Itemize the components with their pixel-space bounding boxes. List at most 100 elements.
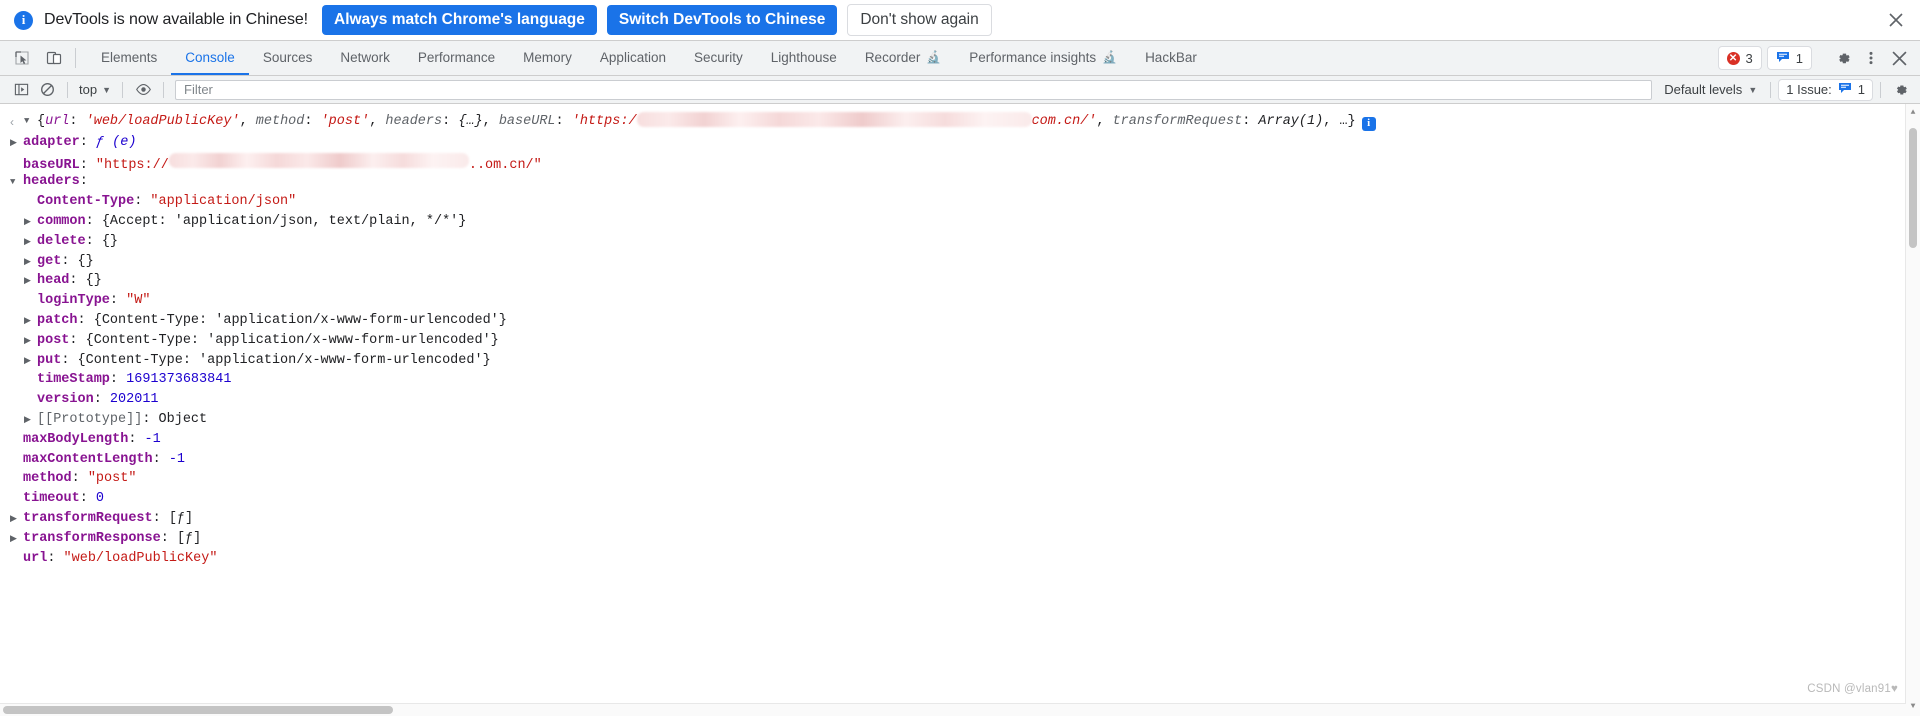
live-expression-icon[interactable] (130, 79, 156, 101)
close-icon[interactable] (1884, 8, 1908, 32)
property-key: timeout (23, 491, 80, 507)
message-count-badge[interactable]: 1 (1766, 46, 1812, 70)
object-property-row[interactable]: delete: {} (10, 232, 1920, 252)
object-property-row[interactable]: method: "post" (10, 469, 1920, 489)
scroll-up-arrow-icon[interactable]: ▲ (1906, 106, 1920, 120)
property-value: {} (85, 273, 102, 289)
tab-sources[interactable]: Sources (249, 41, 327, 75)
console-sidebar-icon[interactable] (8, 79, 34, 101)
vertical-scrollbar[interactable]: ▲ ▼ (1905, 104, 1920, 716)
inspect-element-icon[interactable] (6, 41, 38, 75)
gear-icon[interactable] (1888, 79, 1914, 101)
expand-toggle-icon[interactable] (10, 530, 23, 550)
object-property-row[interactable]: put: {Content-Type: 'application/x-www-f… (10, 351, 1920, 371)
object-preview: {url: 'web/loadPublicKey', method: 'post… (37, 112, 1376, 132)
object-property-row[interactable]: version: 202011 (10, 390, 1920, 410)
object-property-row[interactable]: loginType: "W" (10, 291, 1920, 311)
expand-toggle-icon[interactable] (24, 213, 37, 233)
tab-lighthouse[interactable]: Lighthouse (757, 41, 851, 75)
object-property-row[interactable]: transformRequest: [ƒ] (10, 509, 1920, 529)
kebab-menu-icon[interactable] (1858, 45, 1884, 71)
property-key: get (37, 253, 62, 269)
object-property-row[interactable]: transformResponse: [ƒ] (10, 529, 1920, 549)
object-property-row[interactable]: [[Prototype]]: Object (10, 410, 1920, 430)
scrollbar-thumb[interactable] (3, 706, 393, 714)
object-property-row[interactable]: headers: (10, 172, 1920, 192)
tab-recorder[interactable]: Recorder 🔬 (851, 41, 955, 75)
tab-label: Security (693, 49, 743, 65)
console-log-entry[interactable]: ‹ {url: 'web/loadPublicKey', method: 'po… (0, 104, 1920, 133)
expand-toggle-icon[interactable] (24, 352, 37, 372)
tab-label: Performance (417, 49, 496, 65)
property-separator: : (69, 332, 86, 348)
object-property-row[interactable]: maxBodyLength: -1 (10, 430, 1920, 450)
expand-toggle-icon[interactable] (24, 233, 37, 253)
object-property-row[interactable]: maxContentLength: -1 (10, 450, 1920, 470)
execution-context-selector[interactable]: top ▼ (75, 82, 115, 97)
property-separator: : (109, 293, 127, 309)
expand-toggle-icon[interactable] (10, 134, 23, 154)
console-filter-input[interactable] (175, 79, 1653, 100)
preview-token: {…} (458, 114, 483, 129)
issues-badge[interactable]: 1 Issue: 1 (1778, 78, 1873, 101)
property-key: patch (37, 312, 78, 328)
property-separator: : (152, 510, 169, 526)
tab-hackbar[interactable]: HackBar (1131, 41, 1211, 75)
object-property-row[interactable]: common: {Accept: 'application/json, text… (10, 212, 1920, 232)
property-value: {Content-Type: 'application/x-www-form-u… (85, 332, 499, 348)
property-separator: : (93, 392, 110, 408)
info-badge-icon[interactable]: i (1361, 116, 1376, 131)
tab-memory[interactable]: Memory (509, 41, 586, 75)
dont-show-again-button[interactable]: Don't show again (847, 3, 992, 37)
tab-network[interactable]: Network (326, 41, 404, 75)
tab-label: Sources (262, 49, 313, 65)
clear-console-icon[interactable] (34, 79, 60, 101)
object-property-row[interactable]: Content-Type: "application/json" (10, 192, 1920, 212)
gear-icon[interactable] (1830, 45, 1856, 71)
expand-toggle-icon[interactable] (10, 510, 23, 530)
expand-toggle-icon[interactable] (24, 332, 37, 352)
expand-toggle-icon[interactable] (10, 173, 23, 193)
redacted-url (636, 112, 1032, 127)
console-filter-toolbar: top ▼ Default levels ▼ 1 Issue: 1 (0, 76, 1920, 104)
expand-toggle-icon[interactable] (24, 312, 37, 332)
switch-devtools-to-chinese-button[interactable]: Switch DevTools to Chinese (606, 4, 838, 36)
object-property-tree: adapter: ƒ (e)baseURL: "https://..om.cn/… (0, 133, 1920, 569)
expand-toggle-icon[interactable] (24, 253, 37, 273)
tab-security[interactable]: Security (680, 41, 757, 75)
property-separator: : (71, 471, 88, 487)
close-devtools-icon[interactable] (1886, 45, 1912, 71)
tab-elements[interactable]: Elements (87, 41, 171, 75)
tab-application[interactable]: Application (586, 41, 680, 75)
property-value: 202011 (109, 392, 159, 408)
object-property-row[interactable]: head: {} (10, 271, 1920, 291)
object-property-row[interactable]: timeStamp: 1691373683841 (10, 370, 1920, 390)
object-property-row[interactable]: get: {} (10, 252, 1920, 272)
object-property-row[interactable]: baseURL: "https://..om.cn/" (10, 152, 1920, 173)
expand-toggle-icon[interactable] (24, 272, 37, 292)
preview-token: { (37, 114, 46, 129)
toolbar-divider (67, 81, 68, 98)
log-levels-selector[interactable]: Default levels ▼ (1658, 82, 1763, 97)
error-count-badge[interactable]: ✕ 3 (1717, 46, 1762, 70)
scroll-down-arrow-icon[interactable]: ▼ (1906, 700, 1920, 714)
log-levels-label: Default levels (1664, 82, 1743, 97)
tab-performance-insights[interactable]: Performance insights 🔬 (955, 41, 1131, 75)
tab-performance[interactable]: Performance (404, 41, 509, 75)
object-property-row[interactable]: adapter: ƒ (e) (10, 133, 1920, 153)
panel-tabs: Elements Console Sources Network Perform… (87, 41, 1211, 75)
expand-toggle-icon[interactable] (24, 411, 37, 431)
horizontal-scrollbar[interactable] (0, 703, 1906, 716)
property-value: {} (101, 233, 119, 249)
property-key: Content-Type (37, 194, 135, 210)
object-property-row[interactable]: url: "web/loadPublicKey" (10, 549, 1920, 569)
expand-toggle-icon[interactable] (24, 112, 37, 132)
scrollbar-thumb[interactable] (1909, 128, 1917, 248)
object-property-row[interactable]: patch: {Content-Type: 'application/x-www… (10, 311, 1920, 331)
object-property-row[interactable]: post: {Content-Type: 'application/x-www-… (10, 331, 1920, 351)
tab-console[interactable]: Console (171, 41, 249, 75)
always-match-chrome-language-button[interactable]: Always match Chrome's language (322, 4, 597, 36)
object-property-row[interactable]: timeout: 0 (10, 489, 1920, 509)
property-value: {Content-Type: 'application/x-www-form-u… (77, 352, 491, 368)
device-toolbar-icon[interactable] (38, 41, 70, 75)
